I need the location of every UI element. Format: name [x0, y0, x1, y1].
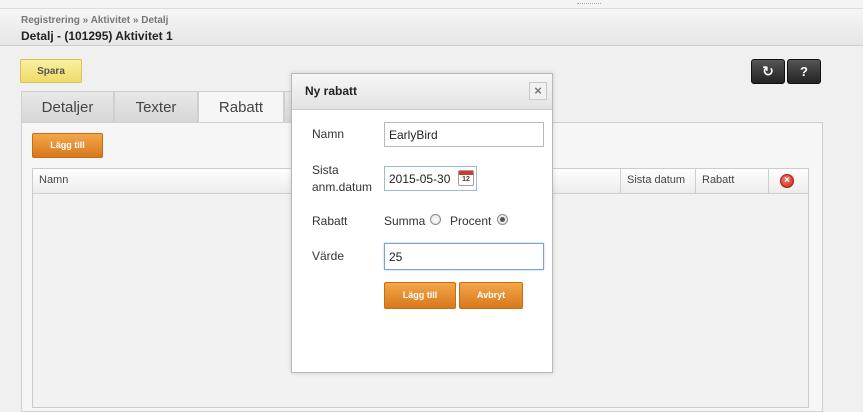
add-discount-button[interactable]: Lägg till	[32, 133, 103, 158]
namn-label: Namn	[312, 127, 345, 141]
summa-label[interactable]: Summa	[384, 214, 425, 228]
procent-label[interactable]: Procent	[450, 214, 491, 228]
sista-label-line1: Sista	[312, 163, 339, 177]
column-header-delete: ×	[768, 169, 808, 193]
delete-icon[interactable]: ×	[780, 174, 794, 188]
varde-label: Värde	[312, 249, 345, 263]
namn-input[interactable]	[384, 122, 544, 147]
breadcrumb[interactable]: Registrering » Aktivitet » Detalj	[21, 15, 168, 26]
new-discount-dialog: Ny rabatt × Namn Sista anm.datum 12 Raba…	[291, 73, 553, 373]
refresh-button[interactable]: ↻	[751, 59, 785, 84]
rabatt-type-label: Rabatt	[312, 214, 348, 228]
radio-selected-dot	[500, 217, 505, 222]
sista-label-line2: anm.datum	[312, 180, 373, 194]
grip-handle[interactable]	[577, 3, 601, 6]
page-title: Detalj - (101295) Aktivitet 1	[21, 29, 173, 43]
sista-anm-datum-label: Sista anm.datum	[312, 162, 382, 196]
dialog-add-button[interactable]: Lägg till	[384, 282, 456, 309]
column-header-sista-datum[interactable]: Sista datum	[620, 169, 696, 193]
procent-radio[interactable]	[497, 214, 508, 225]
summa-radio[interactable]	[430, 214, 441, 225]
tab-texter[interactable]: Texter	[114, 91, 198, 122]
calendar-icon-day: 12	[462, 176, 470, 183]
column-header-rabatt[interactable]: Rabatt	[695, 169, 769, 193]
tab-detaljer[interactable]: Detaljer	[21, 91, 114, 122]
dialog-cancel-button[interactable]: Avbryt	[459, 282, 523, 309]
tab-rabatt[interactable]: Rabatt	[198, 91, 284, 124]
help-button[interactable]: ?	[787, 59, 821, 84]
refresh-icon: ↻	[762, 63, 774, 79]
save-button[interactable]: Spara	[20, 59, 82, 83]
varde-input[interactable]	[384, 243, 544, 270]
window-resize-grip[interactable]	[0, 0, 863, 9]
calendar-icon[interactable]: 12	[458, 170, 474, 186]
dialog-title: Ny rabatt	[305, 84, 358, 98]
dialog-close-button[interactable]: ×	[529, 82, 547, 100]
close-icon: ×	[534, 83, 542, 98]
page-header: Registrering » Aktivitet » Detalj Detalj…	[0, 9, 863, 46]
dialog-titlebar[interactable]: Ny rabatt ×	[292, 74, 552, 110]
